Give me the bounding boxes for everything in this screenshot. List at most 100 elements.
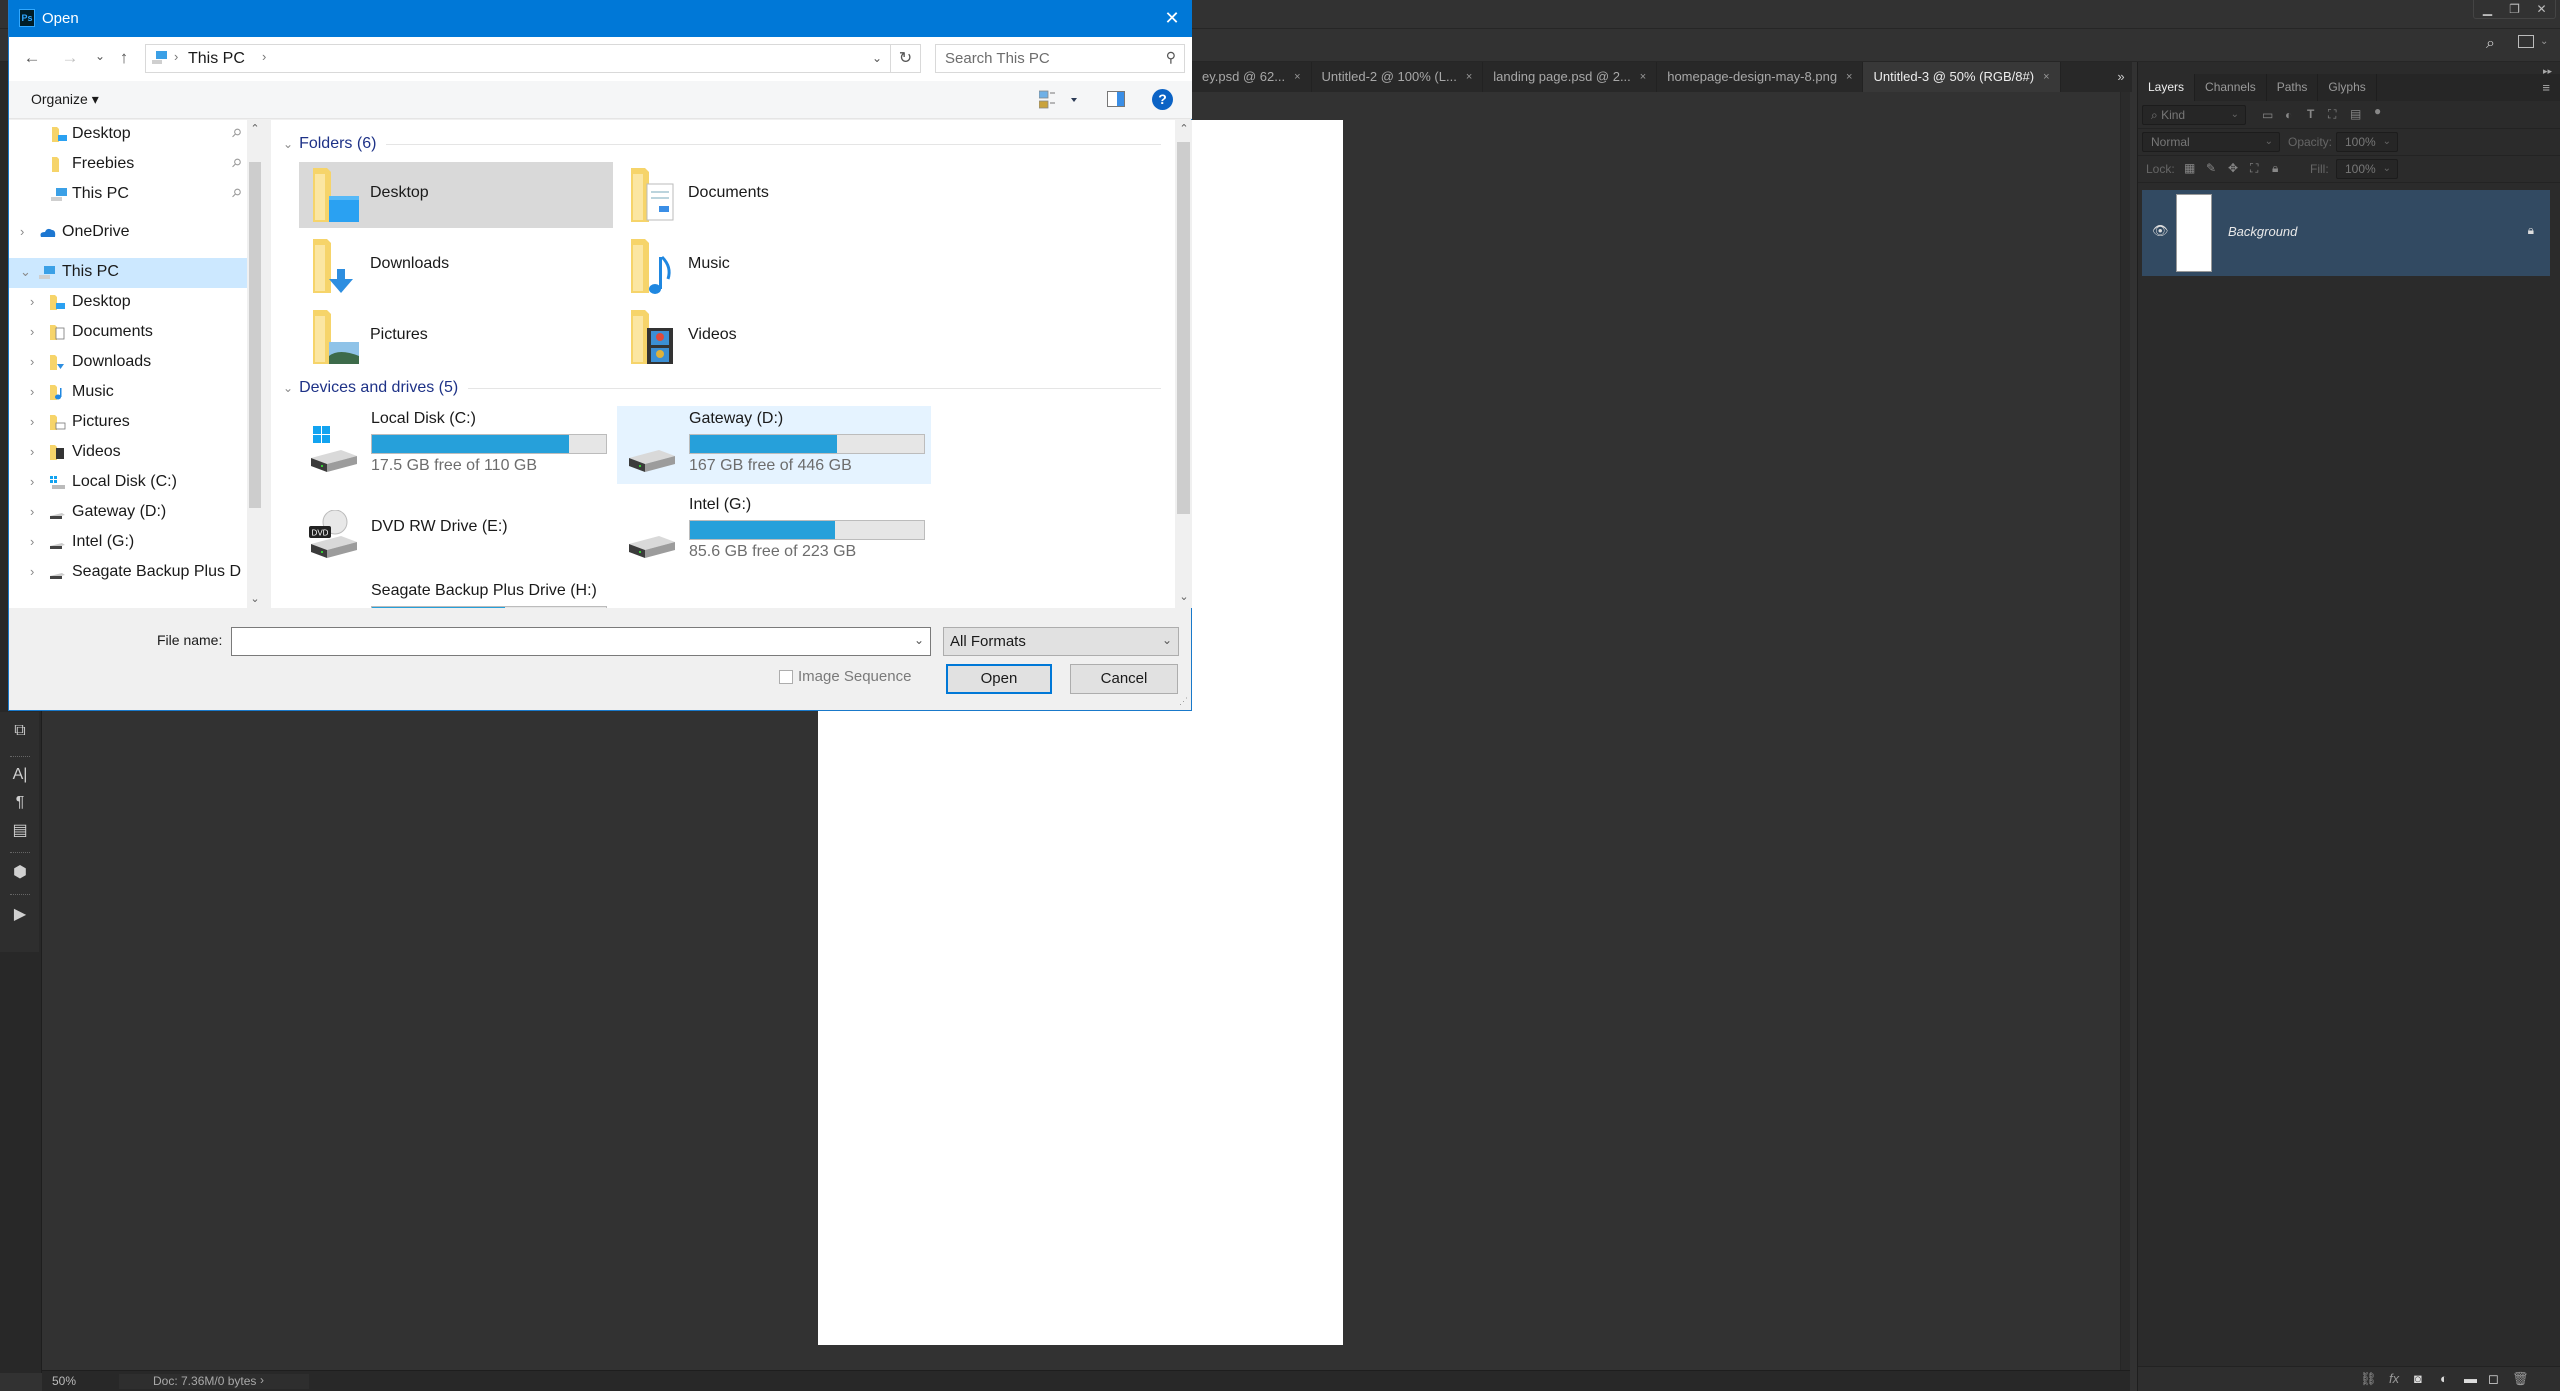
forward-button[interactable]: → (59, 46, 81, 70)
blend-mode-select[interactable]: Normal ⌄ (2142, 132, 2280, 152)
scroll-up-icon[interactable]: ⌃ (1178, 122, 1190, 135)
workspace-chevron-icon[interactable]: ⌄ (2540, 36, 2548, 47)
nav-item-this-pc[interactable]: This PC ⚲ (9, 180, 247, 210)
shape-filter-icon[interactable]: ⛶ (2328, 107, 2336, 122)
filter-toggle-icon[interactable]: ● (2374, 104, 2381, 118)
actions-play-icon[interactable]: ▶ (8, 904, 32, 926)
drives-group-header[interactable]: ⌄ Devices and drives (5) (283, 378, 1161, 398)
scroll-down-icon[interactable]: ⌄ (1178, 590, 1190, 603)
drive-tile[interactable]: Local Disk (C:) 17.5 GB free of 110 GB (299, 406, 613, 484)
panel-tab-glyphs[interactable]: Glyphs (2318, 74, 2377, 101)
preview-pane-icon[interactable] (1107, 91, 1125, 107)
up-button[interactable]: ↑ (113, 46, 135, 70)
file-name-input[interactable] (232, 628, 902, 655)
folders-group-header[interactable]: ⌄ Folders (6) (283, 134, 1161, 154)
opacity-field[interactable]: 100% ⌄ (2336, 132, 2398, 152)
arrange-icon[interactable]: ⧉ (8, 720, 32, 742)
fill-field[interactable]: 100% ⌄ (2336, 159, 2398, 179)
expand-chevron-right-icon[interactable]: › (30, 414, 34, 429)
zoom-level[interactable]: 50% (52, 1374, 76, 1388)
scroll-down-icon[interactable]: ⌄ (249, 592, 261, 605)
nav-scrollbar-thumb[interactable] (249, 162, 261, 508)
organize-button[interactable]: Organize ▾ (31, 91, 99, 108)
document-tab[interactable]: homepage-design-may-8.png × (1657, 62, 1864, 92)
resize-grip-icon[interactable]: ⋰ (1179, 696, 1188, 707)
image-sequence-checkbox[interactable] (779, 669, 793, 684)
minimize-button[interactable]: ▁ (2474, 0, 2501, 18)
layer-mask-icon[interactable]: ◙ (2414, 1371, 2422, 1386)
layer-row[interactable]: 👁︎ Background 🔒︎ (2142, 190, 2550, 276)
panel-grip[interactable] (10, 894, 30, 896)
breadcrumb-this-pc[interactable]: This PC (188, 50, 245, 68)
paragraph-icon[interactable]: ¶ (8, 792, 32, 814)
nav-item-this-pc[interactable]: ⌄ This PC (9, 258, 247, 288)
nav-item-pictures[interactable]: › Pictures (9, 408, 247, 438)
panel-grip[interactable] (10, 852, 30, 854)
chevron-down-icon[interactable]: ⌄ (914, 633, 924, 647)
status-menu-arrow[interactable]: › (260, 1373, 264, 1387)
content-scrollbar[interactable]: ⌃ ⌄ (1175, 120, 1192, 608)
cancel-button[interactable]: Cancel (1070, 664, 1178, 694)
file-type-select[interactable]: All Formats ⌄ (943, 627, 1179, 656)
tab-overflow-button[interactable]: » (2110, 62, 2132, 92)
panel-tab-paths[interactable]: Paths (2267, 74, 2319, 101)
document-tab[interactable]: ey.psd @ 62... × (1192, 62, 1312, 92)
document-tab[interactable]: Untitled-2 @ 100% (L... × (1311, 62, 1484, 92)
dialog-title-bar[interactable]: Ps Open ✕ (9, 0, 1192, 37)
nav-item-local-disk-c[interactable]: › Local Disk (C:) (9, 468, 247, 498)
folder-tile-music[interactable]: Music (617, 233, 931, 299)
search-icon[interactable]: ⌕ (2486, 35, 2495, 53)
search-input[interactable] (936, 45, 1156, 72)
fx-icon[interactable]: fx (2389, 1371, 2399, 1386)
expand-chevron-right-icon[interactable]: › (30, 294, 34, 309)
tab-close-icon[interactable]: × (2043, 62, 2049, 92)
nav-item-videos[interactable]: › Videos (9, 438, 247, 468)
breadcrumb-separator[interactable]: › (262, 49, 266, 64)
tab-close-icon[interactable]: × (1640, 62, 1646, 92)
paragraph-styles-icon[interactable]: ▤ (8, 820, 32, 842)
expand-chevron-right-icon[interactable]: › (30, 534, 34, 549)
expand-chevron-right-icon[interactable]: › (20, 224, 24, 239)
content-scrollbar-thumb[interactable] (1177, 142, 1190, 514)
lock-all-icon[interactable]: 🔒︎ (2272, 161, 2278, 176)
nav-item-intel-g[interactable]: › Intel (G:) (9, 528, 247, 558)
nav-item-onedrive[interactable]: › OneDrive (9, 218, 247, 248)
expand-chevron-right-icon[interactable]: › (30, 444, 34, 459)
expand-chevron-right-icon[interactable]: › (30, 504, 34, 519)
expand-chevron-right-icon[interactable]: › (30, 354, 34, 369)
expand-chevron-right-icon[interactable]: › (30, 474, 34, 489)
close-icon[interactable]: ✕ (1160, 6, 1184, 30)
lock-transparency-icon[interactable]: ▦ (2184, 161, 2195, 175)
lock-position-icon[interactable]: ✥ (2228, 161, 2238, 175)
folder-tile-downloads[interactable]: Downloads (299, 233, 613, 299)
open-button[interactable]: Open (946, 664, 1052, 694)
nav-item-desktop[interactable]: › Desktop (9, 288, 247, 318)
recent-locations-button[interactable]: ⌄ (89, 44, 111, 68)
canvas-scrollbar[interactable] (2120, 92, 2130, 1373)
layer-name[interactable]: Background (2228, 224, 2297, 239)
drive-tile[interactable]: DVD DVD RW Drive (E:) (299, 492, 613, 570)
refresh-button[interactable]: ↻ (891, 44, 921, 73)
nav-item-desktop[interactable]: Desktop ⚲ (9, 120, 247, 150)
expand-chevron-down-icon[interactable]: ⌄ (20, 264, 31, 280)
adjustment-filter-icon[interactable]: ◐ (2285, 108, 2292, 122)
folder-tile-pictures[interactable]: Pictures (299, 304, 613, 370)
drive-tile[interactable]: Intel (G:) 85.6 GB free of 223 GB (617, 492, 931, 570)
link-layers-icon[interactable]: ⛓ (2360, 1371, 2377, 1387)
panel-tab-channels[interactable]: Channels (2195, 74, 2267, 101)
expand-chevron-right-icon[interactable]: › (30, 324, 34, 339)
folder-tile-documents[interactable]: Documents (617, 162, 931, 228)
tab-close-icon[interactable]: × (1466, 62, 1472, 92)
address-bar[interactable]: › This PC › ⌄ (145, 44, 891, 73)
nav-item-downloads[interactable]: › Downloads (9, 348, 247, 378)
tab-close-icon[interactable]: × (1846, 62, 1852, 92)
nav-item-seagate-backup-plus-d[interactable]: › Seagate Backup Plus D (9, 558, 247, 588)
help-icon[interactable]: ? (1152, 89, 1173, 110)
3d-icon[interactable]: ⬢ (8, 862, 32, 884)
nav-item-partial[interactable] (9, 600, 247, 608)
scroll-up-icon[interactable]: ⌃ (249, 122, 261, 135)
folder-tile-desktop[interactable]: Desktop (299, 162, 613, 228)
back-button[interactable]: ← (21, 46, 43, 70)
lock-pixels-icon[interactable]: ✎ (2206, 161, 2216, 175)
workspace-icon[interactable] (2518, 35, 2534, 48)
